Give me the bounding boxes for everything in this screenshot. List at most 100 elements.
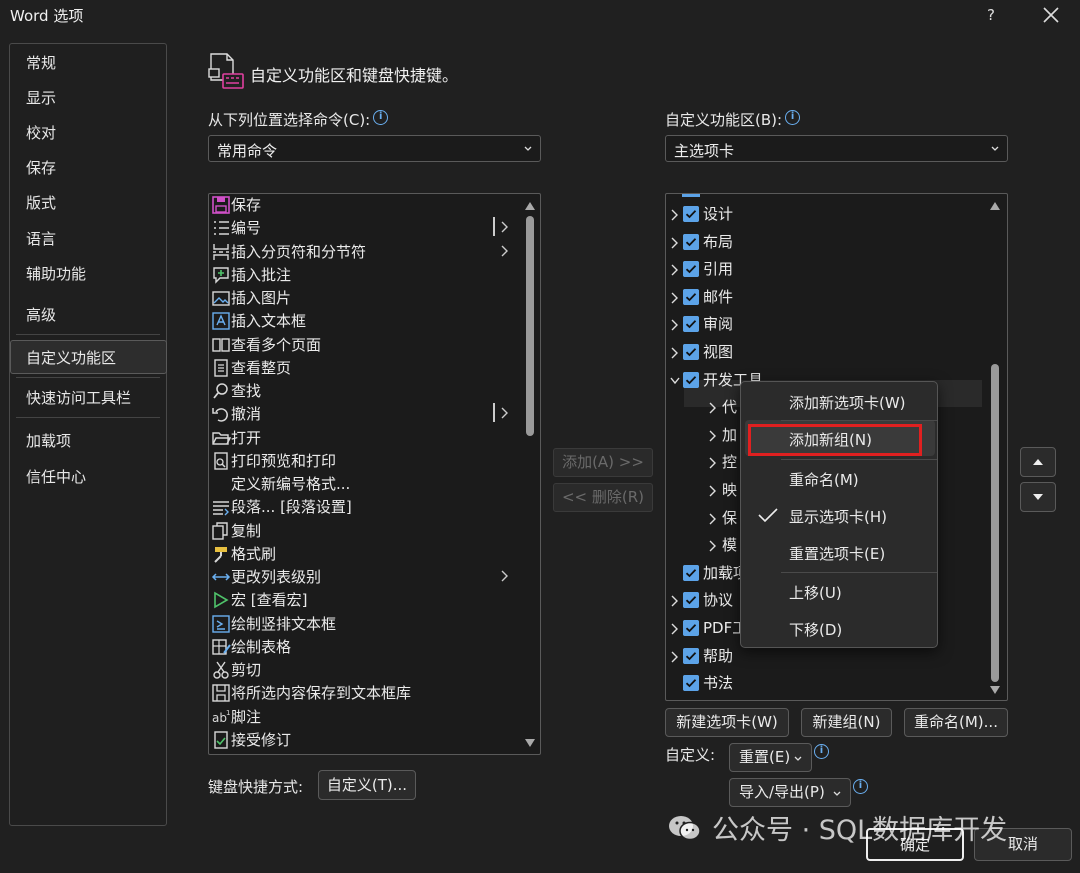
customize-keyboard-button[interactable]: 自定义(T)...	[318, 770, 416, 800]
command-item[interactable]: 保存	[209, 194, 509, 216]
chevron-right-icon[interactable]	[708, 402, 718, 414]
checkbox-checked-icon[interactable]	[683, 233, 699, 250]
menu-item-reset-tab[interactable]: 重置选项卡(E)	[789, 543, 885, 564]
chevron-right-icon[interactable]	[708, 485, 718, 497]
help-button[interactable]: ?	[980, 3, 1002, 27]
command-item[interactable]: 将所选内容保存到文本框库	[209, 681, 509, 704]
commands-scrollbar[interactable]	[523, 194, 537, 754]
scroll-up-arrow[interactable]	[990, 202, 1000, 210]
chevron-right-icon[interactable]	[670, 623, 680, 635]
checkbox-checked-icon[interactable]	[683, 316, 699, 333]
command-item[interactable]: 段落... [段落设置]	[209, 495, 509, 518]
checkbox-checked-icon[interactable]	[683, 344, 699, 360]
nav-item-advanced[interactable]: 高级	[26, 304, 56, 325]
rename-button[interactable]: 重命名(M)...	[904, 708, 1008, 737]
scroll-down-arrow[interactable]	[990, 686, 1000, 694]
nav-item-accessibility[interactable]: 辅助功能	[26, 263, 86, 284]
nav-item-display[interactable]: 显示	[26, 87, 56, 108]
reset-dropdown-button[interactable]: 重置(E)	[729, 743, 812, 772]
command-item[interactable]: 接受修订	[209, 728, 509, 751]
chevron-right-icon[interactable]	[708, 430, 718, 442]
menu-item-rename[interactable]: 重命名(M)	[789, 469, 859, 490]
checkbox-checked-icon[interactable]	[683, 261, 699, 278]
menu-item-add-new-tab[interactable]: 添加新选项卡(W)	[789, 392, 906, 413]
command-item[interactable]: 插入文本框	[209, 309, 509, 332]
command-item[interactable]: 查看多个页面	[209, 333, 509, 356]
commands-list[interactable]: 保存 编号 插入分页符和分节符 插入批注 插入图片 插入文本框 查看多个页面 查看整页 查找 撤消…	[208, 193, 541, 755]
command-item[interactable]: 宏 [查看宏]	[209, 588, 509, 611]
chevron-right-icon[interactable]	[670, 264, 680, 276]
command-item[interactable]: 插入分页符和分节符	[209, 240, 509, 263]
checkbox-checked-icon[interactable]	[683, 592, 699, 609]
move-down-button[interactable]	[1020, 482, 1056, 512]
command-item[interactable]: 编号	[209, 216, 509, 239]
nav-item-proofing[interactable]: 校对	[26, 122, 56, 143]
nav-item-customize-ribbon[interactable]: 自定义功能区	[26, 347, 116, 368]
scroll-down-arrow[interactable]	[525, 739, 535, 747]
info-icon[interactable]: i	[373, 110, 389, 125]
chevron-right-icon[interactable]	[670, 595, 680, 607]
ribbon-tab-item[interactable]: 审阅	[666, 311, 996, 338]
ribbon-tab-item[interactable]: 设计	[666, 201, 996, 228]
chevron-right-icon[interactable]	[708, 540, 718, 552]
command-item[interactable]: 定义新编号格式...	[209, 472, 509, 495]
command-item[interactable]: 查看整页	[209, 356, 509, 379]
chevron-right-icon[interactable]	[670, 237, 680, 249]
chevron-right-icon[interactable]	[708, 513, 718, 525]
command-item[interactable]: 格式刷	[209, 542, 509, 565]
command-item[interactable]: 打印预览和打印	[209, 449, 509, 472]
chevron-right-icon[interactable]	[670, 209, 680, 221]
ribbon-tab-item[interactable]: 布局	[666, 229, 996, 256]
customize-ribbon-combo[interactable]: 主选项卡	[665, 135, 1008, 162]
choose-commands-combo[interactable]: 常用命令	[208, 135, 541, 162]
scroll-up-arrow[interactable]	[525, 202, 535, 210]
command-item[interactable]: 剪切	[209, 658, 509, 681]
command-item[interactable]: 绘制表格	[209, 635, 509, 658]
scroll-thumb[interactable]	[991, 364, 999, 682]
menu-item-move-down[interactable]: 下移(D)	[789, 619, 842, 640]
nav-item-addins[interactable]: 加载项	[26, 430, 71, 451]
checkbox-checked-icon[interactable]	[683, 288, 699, 305]
nav-item-general[interactable]: 常规	[26, 52, 56, 73]
command-item[interactable]: 查找	[209, 379, 509, 402]
command-item[interactable]: 复制	[209, 519, 509, 542]
ribbon-tab-item[interactable]: 百度网盘	[666, 698, 996, 700]
menu-item-show-tab[interactable]: 显示选项卡(H)	[789, 506, 887, 527]
info-icon[interactable]: i	[853, 779, 868, 794]
command-item[interactable]: 绘制竖排文本框	[209, 612, 509, 635]
ribbon-tab-item[interactable]: 引用	[666, 256, 996, 283]
command-item[interactable]: 插入批注	[209, 263, 509, 286]
new-group-button[interactable]: 新建组(N)	[801, 708, 892, 737]
nav-item-trust-center[interactable]: 信任中心	[26, 466, 86, 487]
command-item[interactable]: ab 1 脚注	[209, 705, 509, 728]
move-up-button[interactable]	[1020, 447, 1056, 477]
new-tab-button[interactable]: 新建选项卡(W)	[665, 708, 789, 737]
menu-item-move-up[interactable]: 上移(U)	[789, 582, 842, 603]
add-button[interactable]: 添加(A) >>	[553, 448, 653, 477]
chevron-right-icon[interactable]	[670, 651, 680, 663]
command-item[interactable]: 撤消	[209, 402, 509, 425]
chevron-down-icon[interactable]	[670, 375, 680, 387]
command-item[interactable]: 打开	[209, 426, 509, 449]
checkbox-checked-icon[interactable]	[683, 206, 699, 222]
tabs-scrollbar[interactable]	[988, 194, 1002, 700]
chevron-right-icon[interactable]	[670, 319, 680, 331]
checkbox-checked-icon[interactable]	[683, 371, 699, 388]
chevron-right-icon[interactable]	[670, 292, 680, 304]
nav-item-quick-access[interactable]: 快速访问工具栏	[26, 387, 131, 408]
remove-button[interactable]: << 删除(R)	[553, 483, 653, 512]
ribbon-tab-item[interactable]: 视图	[666, 339, 996, 366]
nav-item-layout[interactable]: 版式	[26, 192, 56, 213]
import-export-button[interactable]: 导入/导出(P)	[729, 778, 851, 807]
checkbox-checked-icon[interactable]	[683, 564, 699, 581]
chevron-right-icon[interactable]	[670, 347, 680, 359]
scroll-thumb[interactable]	[526, 216, 534, 436]
checkbox-checked-icon[interactable]	[683, 675, 699, 692]
chevron-right-icon[interactable]	[708, 457, 718, 469]
close-button[interactable]	[1038, 2, 1064, 28]
nav-item-save[interactable]: 保存	[26, 157, 56, 178]
checkbox-checked-icon[interactable]	[683, 620, 699, 636]
command-item[interactable]: 更改列表级别	[209, 565, 509, 588]
command-item[interactable]: 插入图片	[209, 286, 509, 309]
checkbox-checked-icon[interactable]	[683, 647, 699, 664]
